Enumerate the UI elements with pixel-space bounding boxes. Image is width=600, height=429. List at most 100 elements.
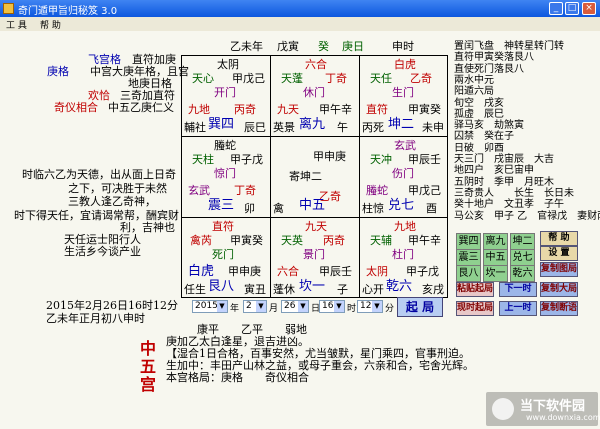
next-hour-button[interactable]: 下一时 [499,282,537,297]
info-line: 马公亥 甲子 乙 官禄戊 妻财丙丁 [454,210,600,222]
cell-text: 甲戊己 [408,184,441,197]
copy-judgement-button[interactable]: 复制断语 [540,301,578,316]
cell-text: 螣蛇 [366,184,388,197]
palace-button[interactable]: 中五 [483,249,508,266]
palace-button[interactable]: 兑七 [510,249,535,266]
help-button[interactable]: 帮 助 [540,231,578,246]
palace-cell-2: 白虎 天任 乙奇 生门 直符 甲寅癸 丙死 坤二 未申 [360,56,448,136]
pillar: 癸 [318,40,329,53]
year-select[interactable]: 2015 ▼ [192,300,228,313]
cell-text: 丁奇 [234,184,256,197]
cell-text: 直符 [366,103,388,116]
day-select[interactable]: 26 ▼ [281,300,309,313]
cell-text: 九天 [277,103,299,116]
judgement-line-4: 本宫格局：庚格 奇仪相合 [166,371,309,384]
palace-button[interactable]: 坎一 [483,265,508,282]
cell-text: 休门 [303,86,325,99]
cell-text: 天辅 [370,234,392,247]
palace-cell-3: 螣蛇 天柱 甲子戊 惊门 玄武 丁奇 震三卯 [182,137,270,217]
cell-text: 太阴 [366,265,388,278]
cell-text: 酉 [426,202,437,215]
cell-text: 天柱 [192,153,214,166]
pillar: 庚日 [342,40,364,53]
cell-text: 六合 [277,265,299,278]
note-text: 中五乙庚仁义 [108,101,174,114]
cell-text: 輔社 [184,121,206,134]
copy-big-button[interactable]: 复制大局 [540,282,578,297]
cell-text: 丁奇 [325,72,347,85]
cell-text: 丙奇 [323,234,345,247]
palace-button[interactable]: 巽四 [456,233,481,250]
cell-text: 甲申庚 [313,150,346,163]
cell-text: 乾六 [386,279,413,294]
cell-text: 九地 [394,220,416,233]
palace-button[interactable]: 艮八 [456,265,481,282]
cell-text: 寅丑 [244,283,266,296]
palace-button[interactable]: 乾六 [510,265,535,282]
cell-text: 寄坤二 [289,170,322,183]
palace-button[interactable]: 震三 [456,249,481,266]
cell-text: 禽芮 [190,234,212,247]
close-button[interactable]: × [582,2,596,15]
cell-text: 蓬休 [273,283,295,296]
palace-button[interactable]: 离九 [483,233,508,250]
settings-button[interactable]: 设 置 [540,246,578,261]
palace-cell-8: 九地 天辅 甲午辛 杜门 太阴 甲子戊 心开 乾六 亥戌 [360,218,448,298]
pillar: 乙未年 [230,40,263,53]
hour-unit: 时 [347,304,357,314]
cell-text: 禽 [273,202,284,215]
cell-text: 九地 [188,103,210,116]
cell-text: 九天 [305,220,327,233]
cell-text: 坎一 [299,279,326,294]
month-select[interactable]: 2 ▼ [243,300,267,313]
note-text: 奇仪相合 [54,101,98,114]
cell-text: 甲子戊 [406,265,439,278]
qimen-chart: 太阴 天心 甲戊己 开门 九地 丙奇 輔社 巽四 辰巳 六合 天蓬 丁奇 休门 九天 甲午辛 英景 离九午白虎天… [181,55,448,298]
watermark-logo-icon [492,398,514,420]
cell-text: 天蓬 [281,72,303,85]
cell-text: 离九 [299,117,326,132]
watermark-url: www.downxia.com [526,413,600,422]
minute-unit: 分 [385,304,395,314]
cell-text: 生门 [392,86,414,99]
cell-text: 甲子戊 [230,153,263,166]
current-time-button[interactable]: 现时起局 [456,301,494,316]
cell-text: 景门 [303,248,325,261]
cell-text: 子 [337,283,348,296]
maximize-button[interactable]: □ [565,2,579,15]
copy-chart-button[interactable]: 复制图局 [540,262,578,277]
palace-cell-7: 九天 天英 丙奇 景门 六合 甲辰壬 蓬休 坎一子 [271,218,359,298]
cell-text: 天任 [370,72,392,85]
menu-help[interactable]: 帮 助 [40,18,61,31]
menu-tools[interactable]: 工 具 [6,18,27,31]
cell-text: 兑七 [388,198,415,213]
title-bar: 奇门遁甲旨归秘笈 3.0 _ □ × [0,0,600,17]
minute-select[interactable]: 12 ▼ [357,300,383,313]
window-title: 奇门遁甲旨归秘笈 3.0 [18,6,118,17]
watermark: 当下软件园 www.downxia.com [486,392,600,426]
cell-text: 螣蛇 [214,139,236,152]
cell-text: 甲戊己 [232,72,265,85]
paste-start-button[interactable]: 粘贴起局 [456,282,494,297]
palace-cell-4: 甲申庚 寄坤二 乙奇禽中五 [271,137,359,217]
cell-text: 亥戌 [422,283,444,296]
minimize-button[interactable]: _ [549,2,563,15]
cell-text: 未申 [422,121,444,134]
hour-select[interactable]: 16 ▼ [319,300,345,313]
palace-cell-6: 直符 禽芮 甲寅癸 死门 白虎 甲申庚 任生 艮八 寅丑 [182,218,270,298]
palace-button[interactable]: 坤二 [510,233,535,250]
start-chart-button[interactable]: 起 局 [397,297,443,317]
cell-text: 坤二 [388,117,415,132]
cell-text: 玄武 [394,139,416,152]
cell-text: 乙奇 [410,72,432,85]
cell-text: 开门 [214,86,236,99]
palace-label: 中五宫 [140,339,157,394]
note-text: 生活乡今谈产业 [64,245,141,258]
cell-text: 震三 [208,198,235,213]
pillar: 戊寅 [277,40,299,53]
year-unit: 年 [230,304,240,314]
palace-cell-1: 六合 天蓬 丁奇 休门 九天 甲午辛 英景 离九午 [271,56,359,136]
cell-text: 天冲 [370,153,392,166]
prev-hour-button[interactable]: 上一时 [499,301,537,316]
cell-text: 直符 [212,220,234,233]
